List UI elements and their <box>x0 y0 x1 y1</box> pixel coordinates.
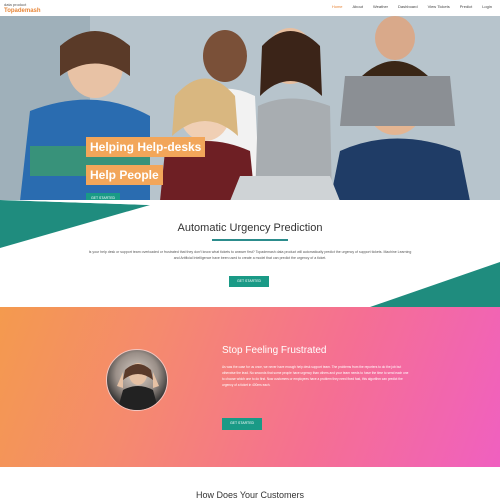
frustrated-get-started-button[interactable]: GET STARTED <box>222 418 262 430</box>
hero-photo <box>0 16 500 201</box>
hero-title-line-2: Help People <box>86 165 163 185</box>
frustrated-description: As was the case for us once, we never ha… <box>222 365 409 387</box>
nav-item-home[interactable]: Home <box>332 4 343 9</box>
nav-item-predict[interactable]: Predict <box>460 4 472 9</box>
frustrated-person-avatar <box>106 349 168 411</box>
nav-item-about[interactable]: About <box>353 4 363 9</box>
nav-menu: Home About Weather Dashboard View Ticket… <box>332 4 492 9</box>
next-section-heading: How Does Your Customers <box>195 490 305 500</box>
urgency-get-started-button[interactable]: GET STARTED <box>229 276 269 287</box>
heading-underline <box>212 239 288 241</box>
brand-logo[interactable]: data product Topademash <box>4 2 41 14</box>
hero-banner: Helping Help-desks Help People GET START… <box>0 16 500 201</box>
nav-item-login[interactable]: Login <box>482 4 492 9</box>
nav-item-view-tickets[interactable]: View Tickets <box>428 4 450 9</box>
brand-name: Topademash <box>4 8 41 14</box>
top-navbar: data product Topademash Home About Weath… <box>0 0 500 16</box>
frustrated-heading: Stop Feeling Frustrated <box>222 345 327 356</box>
nav-item-weather[interactable]: Weather <box>373 4 388 9</box>
urgency-heading: Automatic Urgency Prediction <box>177 222 323 234</box>
urgency-description: Is your help desk or support team overlo… <box>88 250 412 260</box>
hero-title-line-1: Helping Help-desks <box>86 137 206 157</box>
nav-item-dashboard[interactable]: Dashboard <box>398 4 418 9</box>
